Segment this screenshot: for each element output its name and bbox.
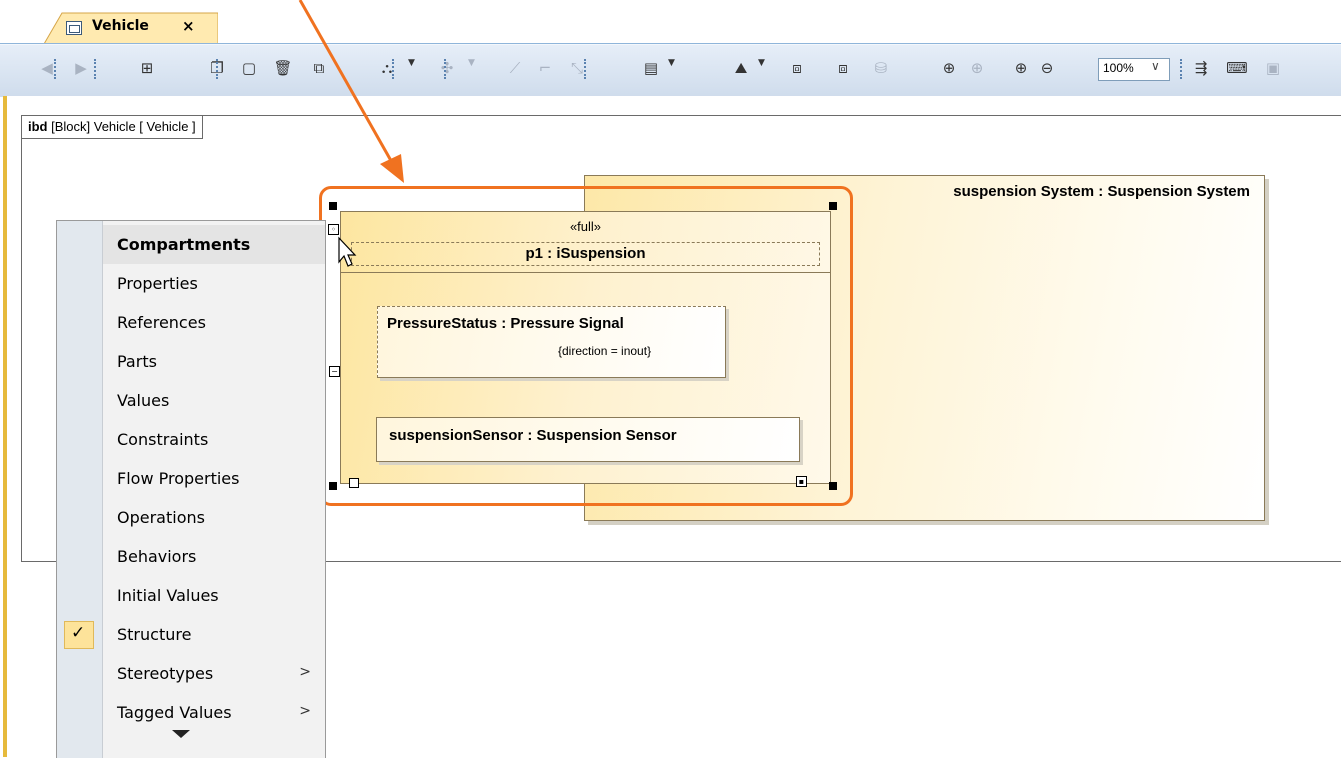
menu-item-label: Parts	[117, 352, 157, 371]
mouse-cursor-icon	[338, 236, 357, 267]
menu-item-label: Stereotypes	[117, 664, 214, 683]
menu-item-compartments: Compartments	[103, 225, 325, 264]
menu-item-tagged-values[interactable]: Tagged Values >	[103, 693, 325, 732]
callout-arrow-line	[298, 0, 396, 167]
check-icon-box[interactable]: ✓	[64, 621, 94, 649]
menu-item-values[interactable]: Values	[103, 381, 325, 420]
menu-scroll-down-icon[interactable]	[172, 730, 190, 738]
submenu-arrow-icon: >	[299, 703, 311, 719]
menu-item-operations[interactable]: Operations	[103, 498, 325, 537]
menu-item-initial-values[interactable]: Initial Values	[103, 576, 325, 615]
menu-item-label: Operations	[117, 508, 205, 527]
menu-item-label: Flow Properties	[117, 469, 240, 488]
menu-item-flow-properties[interactable]: Flow Properties	[103, 459, 325, 498]
menu-item-label: Values	[117, 391, 170, 410]
menu-item-label: Tagged Values	[117, 703, 232, 722]
callout-arrowhead	[380, 154, 404, 183]
submenu-arrow-icon: >	[299, 664, 311, 680]
compartments-context-menu: Compartments Properties References Parts Val…	[56, 220, 326, 758]
menu-item-label: Structure	[117, 625, 192, 644]
check-icon: ✓	[71, 623, 86, 643]
menu-gutter	[57, 221, 103, 758]
menu-item-stereotypes[interactable]: Stereotypes >	[103, 654, 325, 693]
menu-item-properties[interactable]: Properties	[103, 264, 325, 303]
menu-item-label: Behaviors	[117, 547, 197, 566]
menu-item-label: Constraints	[117, 430, 209, 449]
menu-item-label: Properties	[117, 274, 198, 293]
menu-item-references[interactable]: References	[103, 303, 325, 342]
menu-item-structure[interactable]: Structure	[103, 615, 325, 654]
menu-item-behaviors[interactable]: Behaviors	[103, 537, 325, 576]
menu-item-parts[interactable]: Parts	[103, 342, 325, 381]
menu-item-constraints[interactable]: Constraints	[103, 420, 325, 459]
menu-item-label: Compartments	[117, 235, 251, 254]
menu-item-label: References	[117, 313, 206, 332]
menu-item-label: Initial Values	[117, 586, 219, 605]
